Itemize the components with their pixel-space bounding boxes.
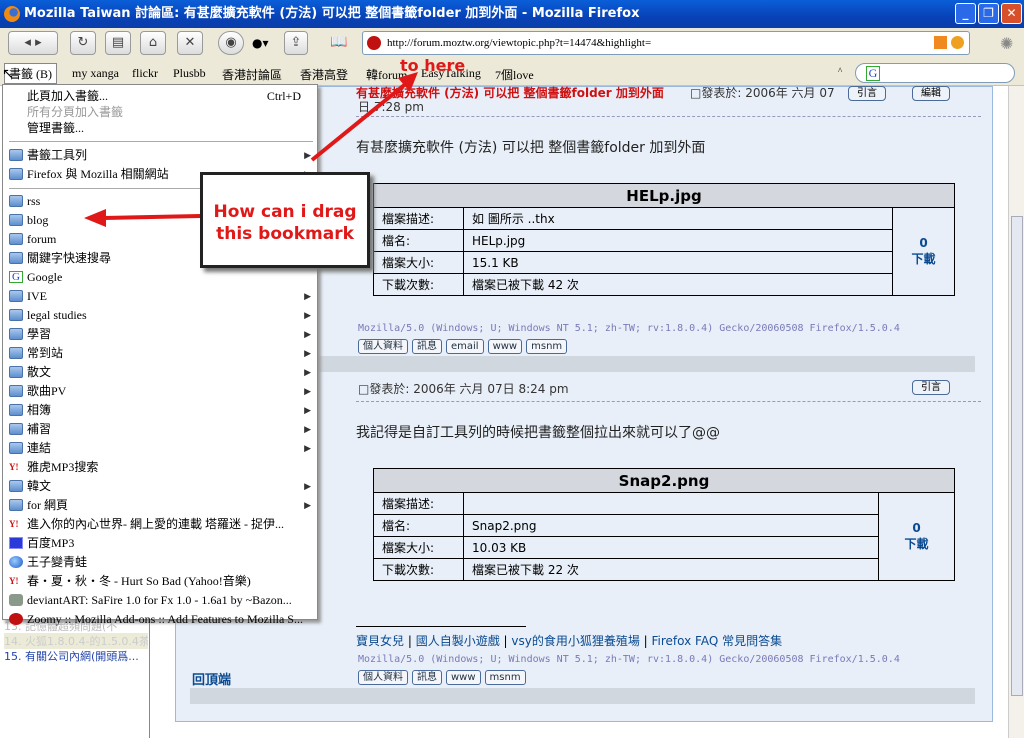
annotation-callout: How can i drag this bookmark (200, 172, 370, 268)
arrowhead-icon (84, 209, 106, 227)
mouse-cursor-icon: ↖ (2, 66, 14, 82)
annotation-to-here: to here (400, 56, 466, 75)
arrow-to-here (310, 80, 410, 162)
annotation-arrows (84, 72, 418, 227)
arrow-to-bookmark (103, 214, 201, 220)
